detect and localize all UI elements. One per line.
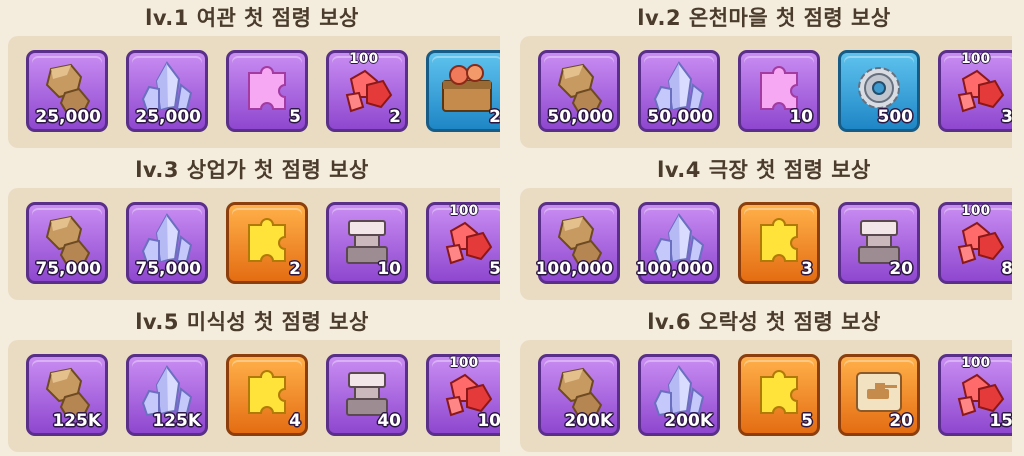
reward-item[interactable]: 5: [738, 354, 820, 436]
reward-quantity: 5: [489, 259, 500, 279]
reward-item[interactable]: 100 5: [426, 202, 500, 284]
reward-panel: 50,000 50,000 10 500 100 3: [520, 36, 1012, 148]
reward-item[interactable]: 75,000: [126, 202, 208, 284]
reward-item[interactable]: 50,000: [538, 50, 620, 132]
reward-item[interactable]: 200K: [638, 354, 720, 436]
reward-quantity: 100,000: [535, 259, 613, 279]
reward-item[interactable]: 40: [326, 354, 408, 436]
reward-quantity: 25,000: [35, 107, 101, 127]
reward-quantity: 40: [377, 411, 401, 431]
reward-item[interactable]: 5: [226, 50, 308, 132]
reward-item[interactable]: 2: [426, 50, 500, 132]
reward-item[interactable]: 20: [838, 202, 920, 284]
section-title: lv.2 온천마을 첫 점령 보상: [637, 6, 891, 30]
reward-item[interactable]: 200K: [538, 354, 620, 436]
reward-quantity: 100,000: [635, 259, 713, 279]
reward-quantity: 4: [289, 411, 301, 431]
reward-item[interactable]: 2: [226, 202, 308, 284]
reward-quantity: 500: [877, 107, 914, 127]
section-title: lv.5 미식성 첫 점령 보상: [135, 310, 369, 334]
reward-item[interactable]: 125K: [26, 354, 108, 436]
puzzle-gold-icon: [749, 363, 809, 421]
reward-quantity: 10: [377, 259, 401, 279]
section-title: lv.6 오락성 첫 점령 보상: [647, 310, 881, 334]
ruby-gem-icon: [437, 211, 497, 269]
reward-quantity: 10: [477, 411, 500, 431]
reward-panel: 100,000 100,000 3 20 100 8: [520, 188, 1012, 300]
reward-item[interactable]: 25,000: [126, 50, 208, 132]
reward-quantity: 3: [801, 259, 813, 279]
reward-panel: 125K 125K 4 40 100 10: [8, 340, 500, 452]
reward-section: lv.5 미식성 첫 점령 보상 125K 125K 4 40 100 10: [4, 304, 500, 456]
reward-badge: 100: [449, 355, 479, 371]
reward-panel: 75,000 75,000 2 10 100 5: [8, 188, 500, 300]
reward-quantity: 5: [289, 107, 301, 127]
reward-item[interactable]: 20: [838, 354, 920, 436]
puzzle-gold-icon: [237, 211, 297, 269]
reward-quantity: 75,000: [35, 259, 101, 279]
reward-item[interactable]: 50,000: [638, 50, 720, 132]
treasure-crate-icon: [437, 59, 497, 117]
puzzle-pink-icon: [237, 59, 297, 117]
ruby-gem-icon: [949, 211, 1009, 269]
reward-section: lv.1 여관 첫 점령 보상 25,000 25,000 5 100 2 2: [4, 0, 500, 152]
reward-panel: 200K 200K 5 20 100 15: [520, 340, 1012, 452]
reward-panel: 25,000 25,000 5 100 2 2: [8, 36, 500, 148]
reward-section: lv.6 오락성 첫 점령 보상 200K 200K 5 20 100 15: [516, 304, 1012, 456]
reward-item[interactable]: 3: [738, 202, 820, 284]
reward-item[interactable]: 100 2: [326, 50, 408, 132]
reward-item[interactable]: 100,000: [535, 202, 620, 284]
reward-item[interactable]: 100 3: [938, 50, 1012, 132]
reward-item[interactable]: 10: [326, 202, 408, 284]
reward-quantity: 15: [989, 411, 1012, 431]
reward-quantity: 2: [289, 259, 301, 279]
reward-quantity: 125K: [152, 411, 201, 431]
ruby-gem-icon: [337, 59, 397, 117]
reward-quantity: 25,000: [135, 107, 201, 127]
reward-item[interactable]: 25,000: [26, 50, 108, 132]
section-title: lv.1 여관 첫 점령 보상: [145, 6, 359, 30]
reward-item[interactable]: 75,000: [26, 202, 108, 284]
reward-quantity: 200K: [564, 411, 613, 431]
reward-badge: 100: [961, 51, 991, 67]
reward-item[interactable]: 10: [738, 50, 820, 132]
puzzle-gold-icon: [749, 211, 809, 269]
ruby-gem-icon: [949, 59, 1009, 117]
reward-quantity: 8: [1001, 259, 1012, 279]
reward-section: lv.4 극장 첫 점령 보상 100,000 100,000 3 20 100 8: [516, 152, 1012, 304]
reward-quantity: 125K: [52, 411, 101, 431]
reward-item[interactable]: 100 10: [426, 354, 500, 436]
reward-item[interactable]: 100 8: [938, 202, 1012, 284]
reward-quantity: 75,000: [135, 259, 201, 279]
reward-quantity: 50,000: [547, 107, 613, 127]
reward-item[interactable]: 4: [226, 354, 308, 436]
reward-badge: 100: [349, 51, 379, 67]
reward-quantity: 20: [889, 259, 913, 279]
reward-quantity: 3: [1001, 107, 1012, 127]
reward-item[interactable]: 125K: [126, 354, 208, 436]
section-title: lv.3 상업가 첫 점령 보상: [135, 158, 369, 182]
reward-quantity: 5: [801, 411, 813, 431]
reward-section: lv.3 상업가 첫 점령 보상 75,000 75,000 2 10 100 5: [4, 152, 500, 304]
reward-quantity: 2: [489, 107, 500, 127]
puzzle-gold-icon: [237, 363, 297, 421]
reward-quantity: 10: [789, 107, 813, 127]
reward-badge: 100: [961, 203, 991, 219]
reward-quantity: 200K: [664, 411, 713, 431]
reward-quantity: 2: [389, 107, 401, 127]
reward-quantity: 20: [889, 411, 913, 431]
reward-badge: 100: [961, 355, 991, 371]
section-title: lv.4 극장 첫 점령 보상: [657, 158, 871, 182]
reward-badge: 100: [449, 203, 479, 219]
reward-section: lv.2 온천마을 첫 점령 보상 50,000 50,000 10 500 100 3: [516, 0, 1012, 152]
reward-item[interactable]: 500: [838, 50, 920, 132]
reward-quantity: 50,000: [647, 107, 713, 127]
reward-item[interactable]: 100 15: [938, 354, 1012, 436]
reward-item[interactable]: 100,000: [635, 202, 720, 284]
